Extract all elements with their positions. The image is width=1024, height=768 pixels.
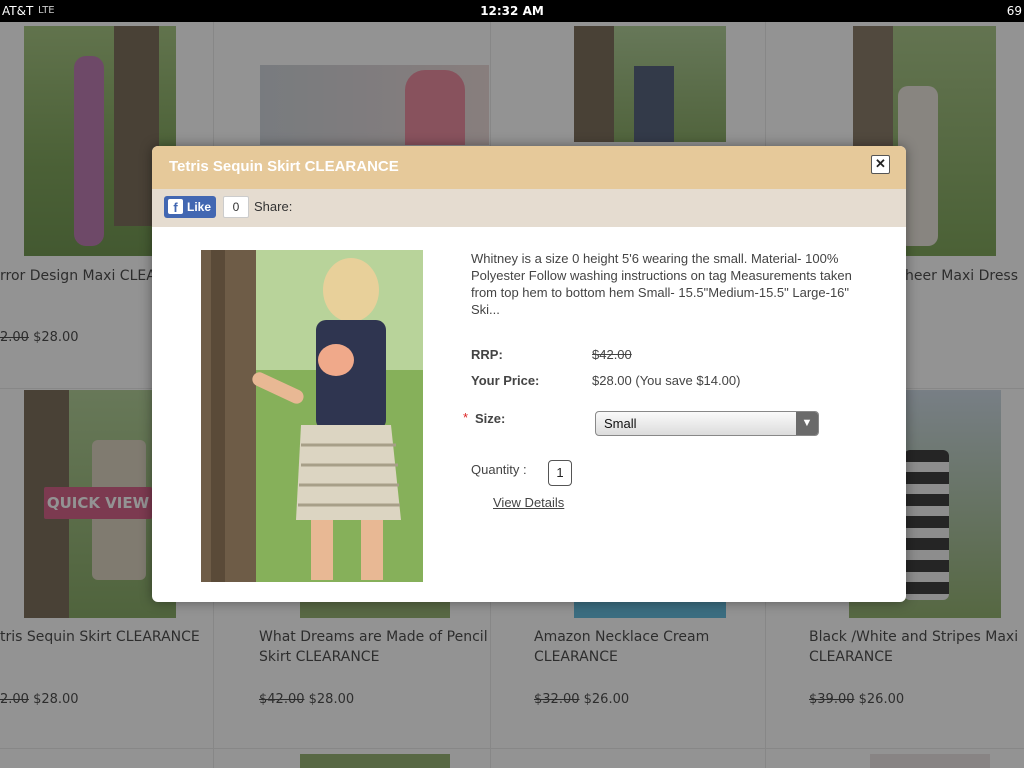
size-selected-value: Small: [604, 416, 637, 431]
size-select[interactable]: Small ▼: [595, 411, 819, 436]
product-description: Whitney is a size 0 height 5'6 wearing t…: [471, 251, 852, 317]
share-label: Share:: [254, 199, 293, 214]
clock: 12:32 AM: [480, 4, 544, 18]
quick-view-modal: Tetris Sequin Skirt CLEARANCE ✕ f Like 0…: [152, 146, 906, 602]
size-label: Size:: [475, 411, 506, 426]
product-photo: [201, 250, 423, 582]
your-price-value: $28.00 (You save $14.00): [592, 373, 741, 388]
close-icon[interactable]: ✕: [871, 155, 890, 174]
your-price-label: Your Price:: [471, 373, 540, 388]
facebook-like-button[interactable]: f Like: [164, 196, 216, 218]
facebook-icon: f: [168, 199, 183, 215]
rrp-label: RRP:: [471, 347, 503, 362]
like-label: Like: [187, 200, 212, 214]
status-bar: AT&T LTE 12:32 AM 69: [0, 0, 1024, 22]
rrp-value: $42.00: [592, 347, 632, 362]
share-bar: f Like 0 Share:: [152, 189, 906, 227]
chevron-down-icon: ▼: [796, 412, 818, 435]
modal-title: Tetris Sequin Skirt CLEARANCE: [169, 158, 399, 175]
quantity-label: Quantity :: [471, 462, 527, 477]
battery-level: 69: [1006, 4, 1022, 18]
required-asterisk: *: [463, 410, 469, 425]
view-details-link[interactable]: View Details: [493, 495, 564, 510]
like-count: 0: [223, 196, 249, 218]
quantity-input[interactable]: 1: [548, 460, 572, 486]
modal-header: Tetris Sequin Skirt CLEARANCE ✕: [152, 146, 906, 189]
product-photo-illustration: [201, 250, 423, 582]
